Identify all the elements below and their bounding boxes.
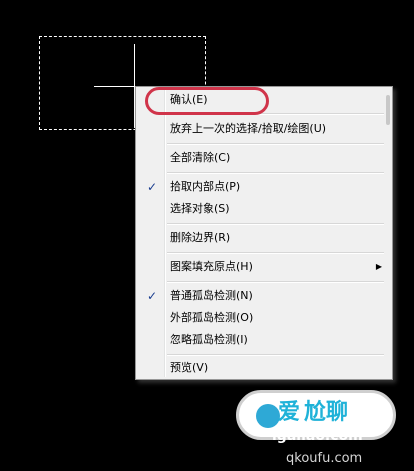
menu-item-hatch-origin[interactable]: 图案填充原点(H) ▶ bbox=[138, 257, 384, 277]
watermark-footer: qkoufu.com bbox=[286, 451, 363, 466]
watermark-brand-tail: 尬聊 bbox=[304, 400, 349, 425]
submenu-arrow-icon: ▶ bbox=[375, 262, 382, 271]
menu-separator bbox=[167, 281, 384, 283]
menu-item-clear-all[interactable]: 全部清除(C) bbox=[138, 148, 384, 168]
menu-scrollbar[interactable] bbox=[386, 95, 390, 125]
checkmark-icon: ✓ bbox=[147, 289, 158, 303]
menu-separator bbox=[167, 172, 384, 174]
menu-separator bbox=[167, 354, 384, 356]
menu-item-label: 预览(V) bbox=[170, 361, 209, 374]
menu-separator bbox=[167, 143, 384, 145]
menu-item-label: 全部清除(C) bbox=[170, 151, 231, 164]
checkmark-icon: ✓ bbox=[147, 180, 158, 194]
menu-item-label: 普通孤岛检测(N) bbox=[170, 289, 253, 302]
red-highlight-annotation bbox=[145, 87, 269, 115]
watermark-logo-icon bbox=[256, 404, 280, 428]
menu-item-label: 选择对象(S) bbox=[170, 202, 230, 215]
menu-item-normal-island-detection[interactable]: ✓ 普通孤岛检测(N) bbox=[138, 286, 384, 306]
watermark: 爱 尬聊 igaliao.com qkoufu.com bbox=[232, 384, 414, 471]
menu-item-label: 忽略孤岛检测(I) bbox=[170, 333, 248, 346]
menu-separator bbox=[167, 223, 384, 225]
menu-item-undo-last[interactable]: 放弃上一次的选择/拾取/绘图(U) bbox=[138, 119, 384, 139]
menu-item-label: 图案填充原点(H) bbox=[170, 260, 253, 273]
menu-item-label: 外部孤岛检测(O) bbox=[170, 311, 254, 324]
watermark-brand: 爱 bbox=[278, 400, 301, 425]
menu-item-ignore-island-detection[interactable]: 忽略孤岛检测(I) bbox=[138, 330, 384, 350]
context-menu: 确认(E) 放弃上一次的选择/拾取/绘图(U) 全部清除(C) ✓ 拾取内部点(… bbox=[135, 86, 393, 380]
menu-item-preview[interactable]: 预览(V) bbox=[138, 358, 384, 378]
menu-item-label: 删除边界(R) bbox=[170, 231, 231, 244]
menu-item-remove-boundaries[interactable]: 删除边界(R) bbox=[138, 228, 384, 248]
watermark-domain: igaliao.com bbox=[272, 428, 363, 444]
menu-item-select-objects[interactable]: 选择对象(S) bbox=[138, 199, 384, 219]
menu-item-outer-island-detection[interactable]: 外部孤岛检测(O) bbox=[138, 308, 384, 328]
menu-item-label: 拾取内部点(P) bbox=[170, 180, 241, 193]
menu-separator bbox=[167, 252, 384, 254]
menu-item-label: 放弃上一次的选择/拾取/绘图(U) bbox=[170, 122, 327, 135]
menu-item-pick-internal-point[interactable]: ✓ 拾取内部点(P) bbox=[138, 177, 384, 197]
